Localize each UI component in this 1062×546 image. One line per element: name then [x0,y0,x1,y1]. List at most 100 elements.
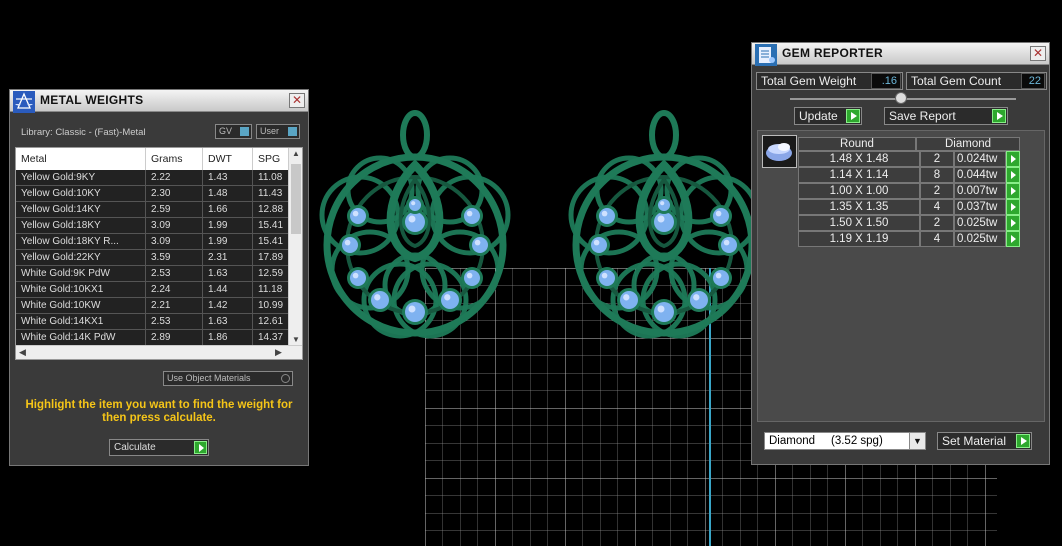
table-row[interactable]: Yellow Gold:10KY 2.30 1.48 11.43 [16,186,293,202]
set-material-button[interactable]: Set Material [937,432,1032,450]
grams-cell: 2.30 [146,186,203,201]
table-row[interactable]: Yellow Gold:14KY 2.59 1.66 12.88 [16,202,293,218]
calculate-button[interactable]: Calculate [109,439,209,456]
metal-cell: Yellow Gold:10KY [16,186,146,201]
gem-weight-cell: 0.007tw [954,183,1006,199]
spg-cell: 15.41 [253,234,293,249]
column-header-spg[interactable]: SPG [253,148,293,170]
material-select[interactable]: Diamond (3.52 spg) ▼ [764,432,926,450]
grams-cell: 2.22 [146,170,203,185]
user-toggle[interactable]: User [256,124,300,139]
dwt-cell: 1.99 [203,234,253,249]
dwt-cell: 1.63 [203,314,253,329]
gem-size-cell: 1.14 X 1.14 [798,167,920,183]
report-icon [755,44,777,66]
round-gem-thumbnail[interactable] [762,135,797,168]
table-header: Metal Grams DWT SPG [16,148,293,170]
scroll-right-icon[interactable]: ▶ [275,347,282,358]
use-object-materials-toggle[interactable]: Use Object Materials [163,371,293,386]
table-row[interactable]: White Gold:10KX1 2.24 1.44 11.18 [16,282,293,298]
dwt-cell: 1.63 [203,266,253,281]
table-row[interactable]: White Gold:14K PdW 2.89 1.86 14.37 [16,330,293,346]
column-header-dwt[interactable]: DWT [203,148,253,170]
scroll-down-icon[interactable]: ▼ [289,335,302,344]
table-row[interactable]: White Gold:9K PdW 2.53 1.63 12.59 [16,266,293,282]
close-icon[interactable]: ✕ [1030,46,1046,61]
metal-cell: Yellow Gold:14KY [16,202,146,217]
total-gem-count-value: 22 [1021,73,1045,89]
gem-list-area: Round Diamond 1.48 X 1.48 2 0.024tw 1.14 X … [757,130,1045,422]
table-row[interactable]: White Gold:14KX1 2.53 1.63 12.61 [16,314,293,330]
scroll-left-icon[interactable]: ◀ [19,347,26,358]
dropdown-arrow-icon[interactable]: ▼ [909,433,925,449]
gem-row[interactable]: 1.19 X 1.19 4 0.025tw [798,231,1022,247]
table-row[interactable]: Yellow Gold:22KY 3.59 2.31 17.89 [16,250,293,266]
scroll-up-icon[interactable]: ▲ [289,149,302,158]
gem-row[interactable]: 1.14 X 1.14 8 0.044tw [798,167,1022,183]
select-gem-arrow-icon[interactable] [1006,151,1020,167]
gem-table-rows: 1.48 X 1.48 2 0.024tw 1.14 X 1.14 8 0.044tw 1.… [798,151,1022,247]
round-diamond-icon [766,143,792,161]
earring-right[interactable] [568,110,760,339]
play-arrow-icon [992,109,1006,123]
shape-header: Round [798,137,916,151]
gem-weight-cell: 0.037tw [954,199,1006,215]
gem-size-cell: 1.19 X 1.19 [798,231,920,247]
metal-cell: Yellow Gold:22KY [16,250,146,265]
gem-size-cell: 1.00 X 1.00 [798,183,920,199]
select-gem-arrow-icon[interactable] [1006,215,1020,231]
grams-cell: 3.09 [146,234,203,249]
select-gem-arrow-icon[interactable] [1006,231,1020,247]
spg-cell: 14.37 [253,330,293,345]
select-gem-arrow-icon[interactable] [1006,199,1020,215]
gem-row[interactable]: 1.50 X 1.50 2 0.025tw [798,215,1022,231]
earring-left[interactable] [319,110,511,339]
total-gem-weight-value: .16 [871,73,901,89]
spg-cell: 11.43 [253,186,293,201]
gem-table-header: Round Diamond [798,137,1022,151]
total-gem-weight-field: Total Gem Weight .16 [756,72,903,90]
column-header-grams[interactable]: Grams [146,148,203,170]
spg-cell: 15.41 [253,218,293,233]
gem-weight-cell: 0.025tw [954,215,1006,231]
close-icon[interactable]: ✕ [289,93,305,108]
grams-cell: 2.53 [146,314,203,329]
gem-row[interactable]: 1.35 X 1.35 4 0.037tw [798,199,1022,215]
scroll-thumb[interactable] [291,164,301,234]
metal-cell: Yellow Gold:9KY [16,170,146,185]
select-gem-arrow-icon[interactable] [1006,167,1020,183]
gem-count-cell: 2 [920,215,954,231]
metal-table: Metal Grams DWT SPG Yellow Gold:9KY 2.22 1… [15,147,303,360]
save-report-button[interactable]: Save Report [884,107,1008,125]
spg-cell: 11.18 [253,282,293,297]
metal-cell: White Gold:9K PdW [16,266,146,281]
metal-cell: Yellow Gold:18KY R... [16,234,146,249]
table-row[interactable]: Yellow Gold:18KY 3.09 1.99 15.41 [16,218,293,234]
gem-size-cell: 1.48 X 1.48 [798,151,920,167]
table-row[interactable]: White Gold:10KW 2.21 1.42 10.99 [16,298,293,314]
table-row[interactable]: Yellow Gold:9KY 2.22 1.43 11.08 [16,170,293,186]
metal-cell: White Gold:10KW [16,298,146,313]
gem-count-cell: 8 [920,167,954,183]
vertical-scrollbar[interactable]: ▲ ▼ [288,148,302,345]
gem-weight-cell: 0.025tw [954,231,1006,247]
table-row[interactable]: Yellow Gold:18KY R... 3.09 1.99 15.41 [16,234,293,250]
instruction-text: Highlight the item you want to find the … [25,399,293,424]
grams-cell: 3.59 [146,250,203,265]
metal-weights-titlebar[interactable]: METAL WEIGHTS ✕ [10,90,308,113]
gem-row[interactable]: 1.00 X 1.00 2 0.007tw [798,183,1022,199]
select-gem-arrow-icon[interactable] [1006,183,1020,199]
radio-icon [281,374,290,383]
gv-toggle[interactable]: GV [215,124,252,139]
slider-handle[interactable] [895,92,907,104]
spg-cell: 17.89 [253,250,293,265]
grams-cell: 2.21 [146,298,203,313]
spg-cell: 12.88 [253,202,293,217]
column-header-metal[interactable]: Metal [16,148,146,170]
gem-reporter-titlebar[interactable]: GEM REPORTER ✕ [752,43,1049,66]
horizontal-scrollbar[interactable]: ◀ ▶ [16,345,302,359]
toggle-indicator-icon [288,127,297,136]
dwt-cell: 1.42 [203,298,253,313]
update-button[interactable]: Update [794,107,862,125]
gem-row[interactable]: 1.48 X 1.48 2 0.024tw [798,151,1022,167]
